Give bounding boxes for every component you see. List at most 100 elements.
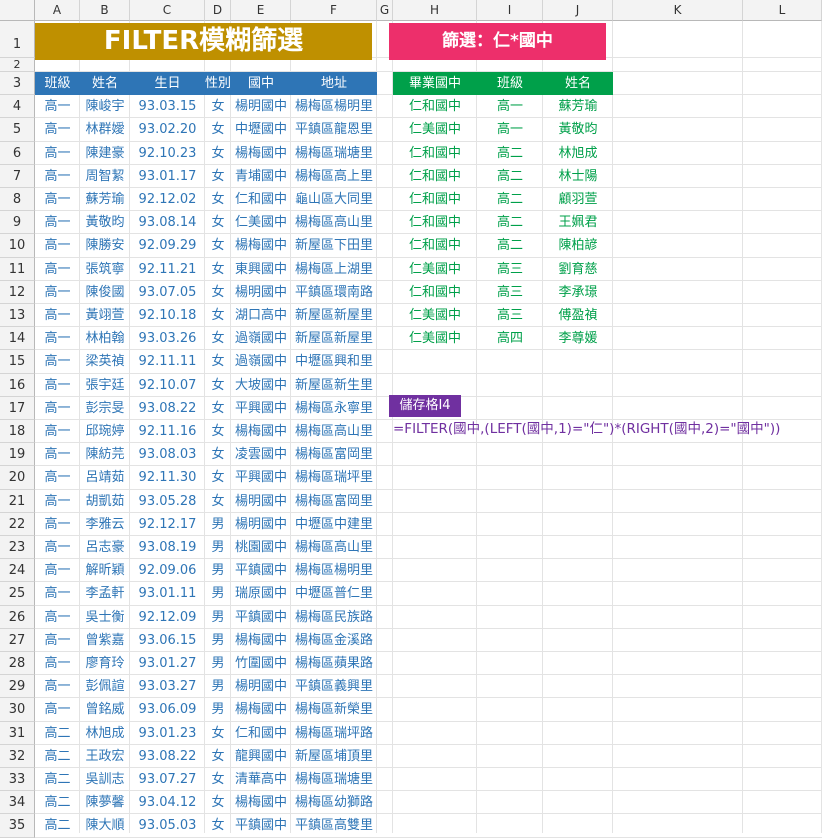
cell-address[interactable]: 楊梅區楊明里 bbox=[291, 95, 377, 118]
cell-birthday[interactable]: 93.08.22 bbox=[130, 397, 205, 420]
row-header[interactable]: 31 bbox=[0, 721, 35, 745]
result-name[interactable]: 黃敬昀 bbox=[543, 118, 613, 141]
cell-name[interactable]: 吳訓志 bbox=[80, 768, 130, 791]
cell-junior-high[interactable]: 湖口高中 bbox=[231, 304, 291, 327]
cell-address[interactable]: 平鎮區環南路 bbox=[291, 281, 377, 304]
cell-address[interactable]: 楊梅區上湖里 bbox=[291, 258, 377, 281]
cell-junior-high[interactable]: 平興國中 bbox=[231, 466, 291, 489]
cell-junior-high[interactable]: 瑞原國中 bbox=[231, 582, 291, 605]
row-header[interactable]: 1 bbox=[0, 21, 35, 58]
result-class[interactable]: 高三 bbox=[477, 258, 543, 281]
cell-birthday[interactable]: 92.12.17 bbox=[130, 513, 205, 536]
corner-select-all[interactable] bbox=[0, 0, 35, 21]
cell-name[interactable]: 林旭成 bbox=[80, 722, 130, 745]
result-class[interactable]: 高一 bbox=[477, 118, 543, 141]
cell-name[interactable]: 梁英禎 bbox=[80, 350, 130, 373]
cell-gender[interactable]: 男 bbox=[205, 652, 231, 675]
cell-class[interactable]: 高二 bbox=[35, 768, 80, 791]
cell-birthday[interactable]: 92.10.18 bbox=[130, 304, 205, 327]
row-header[interactable]: 33 bbox=[0, 768, 35, 792]
cell-class[interactable]: 高一 bbox=[35, 675, 80, 698]
cell-class[interactable]: 高一 bbox=[35, 95, 80, 118]
row-header[interactable]: 34 bbox=[0, 791, 35, 815]
cell-class[interactable]: 高一 bbox=[35, 165, 80, 188]
cell-address[interactable]: 楊梅區富岡里 bbox=[291, 443, 377, 466]
cell-name[interactable]: 黃敬昀 bbox=[80, 211, 130, 234]
row-header[interactable]: 26 bbox=[0, 605, 35, 629]
cell-birthday[interactable]: 93.06.15 bbox=[130, 629, 205, 652]
row-header[interactable]: 17 bbox=[0, 396, 35, 420]
row-header[interactable]: 6 bbox=[0, 141, 35, 165]
cell-class[interactable]: 高一 bbox=[35, 698, 80, 721]
cell-name[interactable]: 邱琬婷 bbox=[80, 420, 130, 443]
cell-class[interactable]: 高一 bbox=[35, 629, 80, 652]
result-name[interactable]: 顧羽萱 bbox=[543, 188, 613, 211]
cell-address[interactable]: 楊梅區高上里 bbox=[291, 165, 377, 188]
cell-birthday[interactable]: 93.08.19 bbox=[130, 536, 205, 559]
cell-gender[interactable]: 女 bbox=[205, 791, 231, 814]
cell-birthday[interactable]: 92.09.29 bbox=[130, 234, 205, 257]
cell-junior-high[interactable]: 楊明國中 bbox=[231, 95, 291, 118]
cell-junior-high[interactable]: 中壢國中 bbox=[231, 118, 291, 141]
cell-junior-high[interactable]: 楊梅國中 bbox=[231, 791, 291, 814]
cell-junior-high[interactable]: 仁美國中 bbox=[231, 211, 291, 234]
formula-text[interactable]: =FILTER(國中,(LEFT(國中,1)="仁")*(RIGHT(國中,2)… bbox=[393, 418, 780, 440]
cell-class[interactable]: 高一 bbox=[35, 513, 80, 536]
result-name[interactable]: 李尊媛 bbox=[543, 327, 613, 350]
cell-class[interactable]: 高一 bbox=[35, 234, 80, 257]
cell-birthday[interactable]: 93.05.28 bbox=[130, 490, 205, 513]
cell-address[interactable]: 楊梅區民族路 bbox=[291, 606, 377, 629]
cell-gender[interactable]: 女 bbox=[205, 165, 231, 188]
cell-birthday[interactable]: 92.11.30 bbox=[130, 466, 205, 489]
cell-address[interactable]: 新屋區埔頂里 bbox=[291, 745, 377, 768]
cell-name[interactable]: 解昕穎 bbox=[80, 559, 130, 582]
cell-class[interactable]: 高一 bbox=[35, 466, 80, 489]
result-graduated-school[interactable]: 仁美國中 bbox=[393, 118, 477, 141]
cell-name[interactable]: 黃翊萱 bbox=[80, 304, 130, 327]
cell-junior-high[interactable]: 大坡國中 bbox=[231, 374, 291, 397]
cell-class[interactable]: 高一 bbox=[35, 536, 80, 559]
cell-address[interactable]: 楊梅區楊明里 bbox=[291, 559, 377, 582]
row-header[interactable]: 12 bbox=[0, 280, 35, 304]
column-header-a[interactable]: A bbox=[35, 0, 80, 21]
cell-address[interactable]: 楊梅區高山里 bbox=[291, 420, 377, 443]
cell-class[interactable]: 高一 bbox=[35, 258, 80, 281]
cell-name[interactable]: 彭佩諠 bbox=[80, 675, 130, 698]
cell-address[interactable]: 楊梅區新榮里 bbox=[291, 698, 377, 721]
result-name[interactable]: 林士陽 bbox=[543, 165, 613, 188]
cell-gender[interactable]: 女 bbox=[205, 258, 231, 281]
cell-birthday[interactable]: 93.06.09 bbox=[130, 698, 205, 721]
row-header[interactable]: 19 bbox=[0, 443, 35, 467]
result-name[interactable]: 劉育慈 bbox=[543, 258, 613, 281]
cell-junior-high[interactable]: 楊明國中 bbox=[231, 675, 291, 698]
cell-address[interactable]: 新屋區新屋里 bbox=[291, 327, 377, 350]
cell-class[interactable]: 高一 bbox=[35, 443, 80, 466]
cell-name[interactable]: 陳紡芫 bbox=[80, 443, 130, 466]
cell-junior-high[interactable]: 平鎮國中 bbox=[231, 814, 291, 837]
cell-junior-high[interactable]: 仁和國中 bbox=[231, 188, 291, 211]
cell-birthday[interactable]: 92.12.02 bbox=[130, 188, 205, 211]
result-class[interactable]: 高三 bbox=[477, 304, 543, 327]
row-header[interactable]: 15 bbox=[0, 350, 35, 374]
column-header-d[interactable]: D bbox=[205, 0, 231, 21]
cell-gender[interactable]: 男 bbox=[205, 606, 231, 629]
result-class[interactable]: 高四 bbox=[477, 327, 543, 350]
result-graduated-school[interactable]: 仁和國中 bbox=[393, 188, 477, 211]
cell-birthday[interactable]: 92.11.21 bbox=[130, 258, 205, 281]
cell-class[interactable]: 高一 bbox=[35, 559, 80, 582]
cell-class[interactable]: 高一 bbox=[35, 211, 80, 234]
row-header[interactable]: 22 bbox=[0, 512, 35, 536]
result-graduated-school[interactable]: 仁和國中 bbox=[393, 95, 477, 118]
cell-junior-high[interactable]: 青埔國中 bbox=[231, 165, 291, 188]
result-graduated-school[interactable]: 仁和國中 bbox=[393, 211, 477, 234]
row-header[interactable]: 8 bbox=[0, 188, 35, 212]
cell-address[interactable]: 中壢區興和里 bbox=[291, 350, 377, 373]
cell-class[interactable]: 高一 bbox=[35, 582, 80, 605]
cell-gender[interactable]: 女 bbox=[205, 281, 231, 304]
cell-junior-high[interactable]: 東興國中 bbox=[231, 258, 291, 281]
cell-birthday[interactable]: 92.12.09 bbox=[130, 606, 205, 629]
cell-gender[interactable]: 男 bbox=[205, 582, 231, 605]
header-junior-high[interactable]: 國中 bbox=[231, 72, 291, 95]
cell-junior-high[interactable]: 楊梅國中 bbox=[231, 420, 291, 443]
cell-gender[interactable]: 女 bbox=[205, 745, 231, 768]
